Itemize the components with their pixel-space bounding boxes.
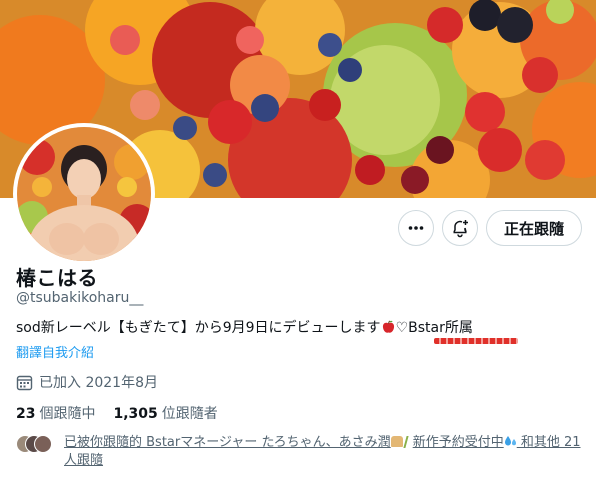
- sweat-droplets-icon: [504, 436, 516, 446]
- join-date-text: 已加入 2021年8月: [39, 375, 158, 391]
- more-icon: [408, 226, 424, 230]
- followed-by-names: 已被你跟隨的 Bstarマネージャー たろちゃん、あさみ潤: [64, 435, 391, 450]
- bell-plus-icon: [453, 220, 468, 238]
- following-label: 個跟隨中: [39, 406, 96, 422]
- translate-bio-link[interactable]: 翻譯自我介紹: [16, 342, 94, 361]
- more-button[interactable]: [397, 210, 434, 246]
- followed-by-text[interactable]: 已被你跟隨的 Bstarマネージャー たろちゃん、あさみ潤 新作予約受付中 和其他…: [64, 434, 584, 470]
- bio-agency: ♡Bstar所属: [395, 320, 473, 336]
- mutual-avatars: [16, 435, 56, 453]
- following-count: 23: [16, 406, 36, 422]
- bio-text: sod新レーベル【もぎたて】から9月9日にデビューします: [16, 320, 381, 336]
- follow-stats: 23 個跟隨中 1,305 位跟隨者: [16, 403, 218, 423]
- followers-label: 位跟隨者: [161, 406, 218, 422]
- mutual-avatar: [34, 435, 52, 453]
- followers-stat[interactable]: 1,305 位跟隨者: [113, 403, 217, 423]
- followed-by-name-2: 新作予約受付中: [412, 435, 504, 450]
- notifications-button[interactable]: [441, 210, 478, 246]
- user-handle: @tsubakikoharu__: [16, 290, 144, 306]
- calendar-icon: [16, 375, 33, 390]
- profile-avatar[interactable]: [13, 123, 155, 265]
- profile-actions: 正在跟隨: [397, 210, 582, 246]
- bio-decoration: [434, 338, 518, 344]
- red-apple-icon: [382, 320, 394, 333]
- bread-icon: [390, 436, 403, 447]
- join-date: 已加入 2021年8月: [16, 372, 158, 392]
- followers-count: 1,305: [113, 406, 158, 422]
- display-name: 椿こはる: [16, 266, 98, 290]
- following-button[interactable]: 正在跟隨: [485, 210, 582, 246]
- profile-bio: sod新レーベル【もぎたて】から9月9日にデビューします ♡Bstar所属: [16, 318, 473, 338]
- avatar-photo: [17, 127, 151, 261]
- following-stat[interactable]: 23 個跟隨中: [16, 403, 95, 423]
